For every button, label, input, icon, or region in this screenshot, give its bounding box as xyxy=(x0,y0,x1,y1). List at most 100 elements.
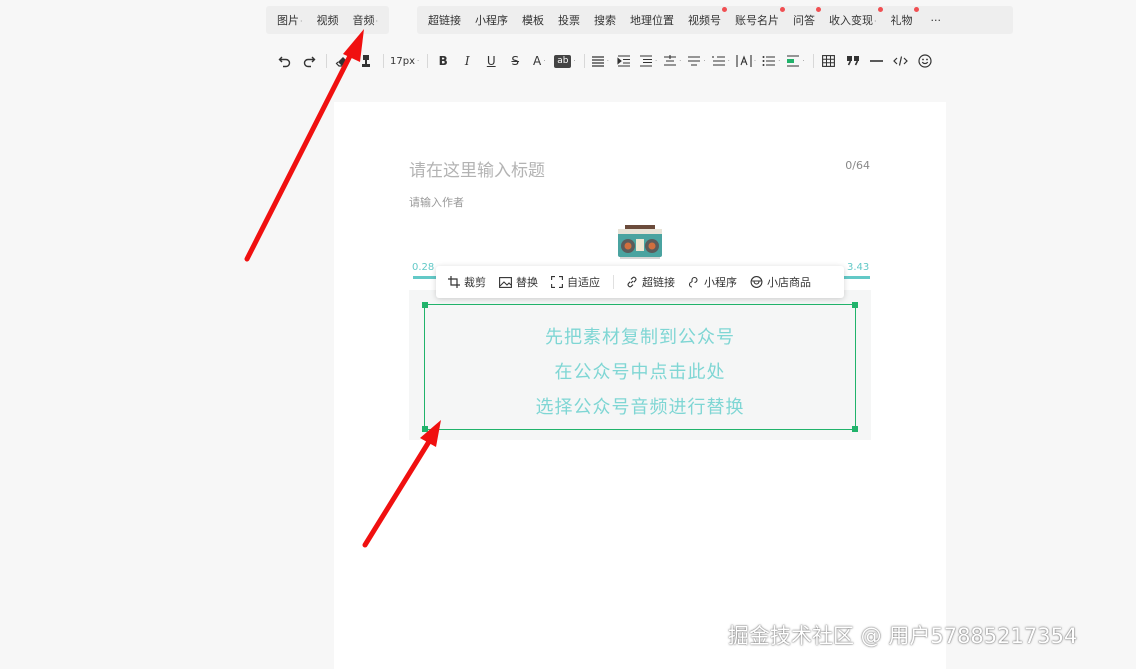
paragraph-spacing-button[interactable]: · xyxy=(663,50,681,72)
new-badge-dot xyxy=(877,7,883,12)
toolbar-divider xyxy=(812,54,814,68)
italic-button[interactable]: I xyxy=(458,50,476,72)
toolbar-divider xyxy=(613,275,614,289)
align-button[interactable]: · xyxy=(591,50,609,72)
menu-item-label: 图片 xyxy=(277,14,299,27)
more-menu-button[interactable]: ··· xyxy=(924,14,949,27)
font-color-icon: A xyxy=(533,54,542,68)
crop-button[interactable]: 裁剪 xyxy=(448,274,486,290)
menu-item-label: 小程序 xyxy=(475,14,508,27)
menu-item-group1-2[interactable]: 音频· xyxy=(346,12,386,28)
media-menu-group: 图片· 视频 音频· xyxy=(266,6,390,34)
undo-icon xyxy=(278,56,291,68)
chevron-down-icon: · xyxy=(703,57,706,65)
title-input[interactable]: 请在这里输入标题 xyxy=(409,156,545,181)
indent-icon xyxy=(617,55,630,67)
menu-item-group2-9[interactable]: 收入变现· xyxy=(822,7,884,28)
new-badge-dot xyxy=(722,7,727,12)
menu-item-group2-1[interactable]: 小程序 xyxy=(468,12,515,28)
menu-item-label: 搜索 xyxy=(594,14,616,27)
code-icon xyxy=(893,56,908,66)
eraser-button[interactable] xyxy=(333,50,351,72)
hyperlink-button[interactable]: 超链接 xyxy=(626,274,675,290)
background-color-button[interactable]: ab · xyxy=(554,50,576,72)
resize-handle-bottom-right[interactable] xyxy=(852,426,858,432)
menu-item-group2-10[interactable]: 礼物 xyxy=(884,7,920,28)
resize-handle-top-right[interactable] xyxy=(852,302,858,308)
block-style-button[interactable]: · xyxy=(786,50,805,72)
line-height-button[interactable]: · xyxy=(687,50,706,72)
miniprogram-button[interactable]: 小程序 xyxy=(688,274,737,290)
format-painter-icon xyxy=(362,55,370,67)
redo-button[interactable] xyxy=(300,50,318,72)
menu-item-label: 超链接 xyxy=(428,14,461,27)
chevron-down-icon: · xyxy=(753,57,757,65)
menu-item-label: 音频 xyxy=(352,14,375,27)
menu-item-group2-8[interactable]: 问答 xyxy=(786,7,822,28)
author-input[interactable]: 请输入作者 xyxy=(409,194,464,210)
menu-item-group2-5[interactable]: 地理位置 xyxy=(623,12,681,28)
menu-item-group1-1[interactable]: 视频 xyxy=(310,12,346,28)
menu-item-group2-0[interactable]: 超链接 xyxy=(421,12,468,28)
bold-button[interactable]: B xyxy=(434,50,452,72)
font-size-value: 17px xyxy=(390,55,415,67)
toolbar-divider xyxy=(326,54,327,68)
new-badge-dot xyxy=(780,7,785,12)
quote-button[interactable] xyxy=(844,50,862,72)
font-color-button[interactable]: A · xyxy=(530,50,548,72)
menu-item-group2-6[interactable]: 视频号 xyxy=(681,7,728,28)
replace-button[interactable]: 替换 xyxy=(499,274,538,290)
menu-item-label: 收入变现 xyxy=(829,14,873,27)
chevron-down-icon: · xyxy=(573,57,576,65)
margin-icon xyxy=(639,55,652,67)
background-color-icon: ab xyxy=(554,54,572,68)
editor-page: 请在这里输入标题 0/64 请输入作者 0.28 3.43 先把素材复制到公众号… xyxy=(334,102,946,669)
miniprogram-icon xyxy=(688,276,698,288)
hyperlink-label: 超链接 xyxy=(642,276,675,289)
shop-product-label: 小店商品 xyxy=(767,276,811,289)
resize-handle-bottom-left[interactable] xyxy=(422,426,428,432)
eraser-icon xyxy=(335,57,347,67)
menu-item-group2-3[interactable]: 投票 xyxy=(551,12,587,28)
menu-item-label: 地理位置 xyxy=(630,14,674,27)
menu-item-group2-2[interactable]: 模板 xyxy=(515,12,551,28)
underline-button[interactable]: U xyxy=(482,50,500,72)
letter-spacing-button[interactable]: · xyxy=(736,50,756,72)
margin-button[interactable]: · xyxy=(639,50,657,72)
menu-item-group1-0[interactable]: 图片· xyxy=(270,12,310,28)
menu-item-group2-7[interactable]: 账号名片 xyxy=(728,7,786,28)
undo-button[interactable] xyxy=(276,50,294,72)
emoji-button[interactable] xyxy=(916,50,934,72)
quote-icon xyxy=(846,56,859,66)
strikethrough-button[interactable]: S xyxy=(506,50,524,72)
replace-label: 替换 xyxy=(516,276,538,289)
selection-box[interactable] xyxy=(422,302,858,432)
image-icon xyxy=(499,276,512,288)
align-justify-icon xyxy=(591,56,604,67)
first-line-indent-button[interactable]: · xyxy=(712,50,730,72)
font-size-select[interactable]: 17px · xyxy=(390,50,419,72)
image-context-toolbar: 裁剪 替换 自适应 超链接 小程序 小店商品 xyxy=(436,266,844,298)
chevron-down-icon: · xyxy=(606,57,609,65)
menu-item-label: 模板 xyxy=(522,14,544,27)
chevron-down-icon: · xyxy=(727,57,730,65)
list-button[interactable]: · xyxy=(762,50,780,72)
insert-menu-group: 超链接 小程序 模板 投票 搜索 地理位置 视频号 账号名片 问答 收入变现· 礼物 ··· xyxy=(417,6,1013,34)
format-painter-button[interactable] xyxy=(357,50,375,72)
table-button[interactable] xyxy=(820,50,838,72)
letter-spacing-icon xyxy=(736,55,752,67)
paragraph-spacing-icon xyxy=(664,55,677,66)
menu-item-group2-4[interactable]: 搜索 xyxy=(587,12,623,28)
toolbar-divider xyxy=(583,54,585,68)
shop-product-button[interactable]: 小店商品 xyxy=(750,274,811,290)
fit-button[interactable]: 自适应 xyxy=(551,274,600,290)
divider-line-button[interactable] xyxy=(868,50,886,72)
chevron-down-icon: · xyxy=(300,17,303,26)
shop-icon xyxy=(750,276,763,288)
menu-item-label: 视频 xyxy=(316,14,339,27)
code-button[interactable] xyxy=(892,50,910,72)
chevron-down-icon: · xyxy=(802,57,805,65)
indent-button[interactable] xyxy=(615,50,633,72)
resize-handle-top-left[interactable] xyxy=(422,302,428,308)
chevron-down-icon: · xyxy=(778,57,781,65)
